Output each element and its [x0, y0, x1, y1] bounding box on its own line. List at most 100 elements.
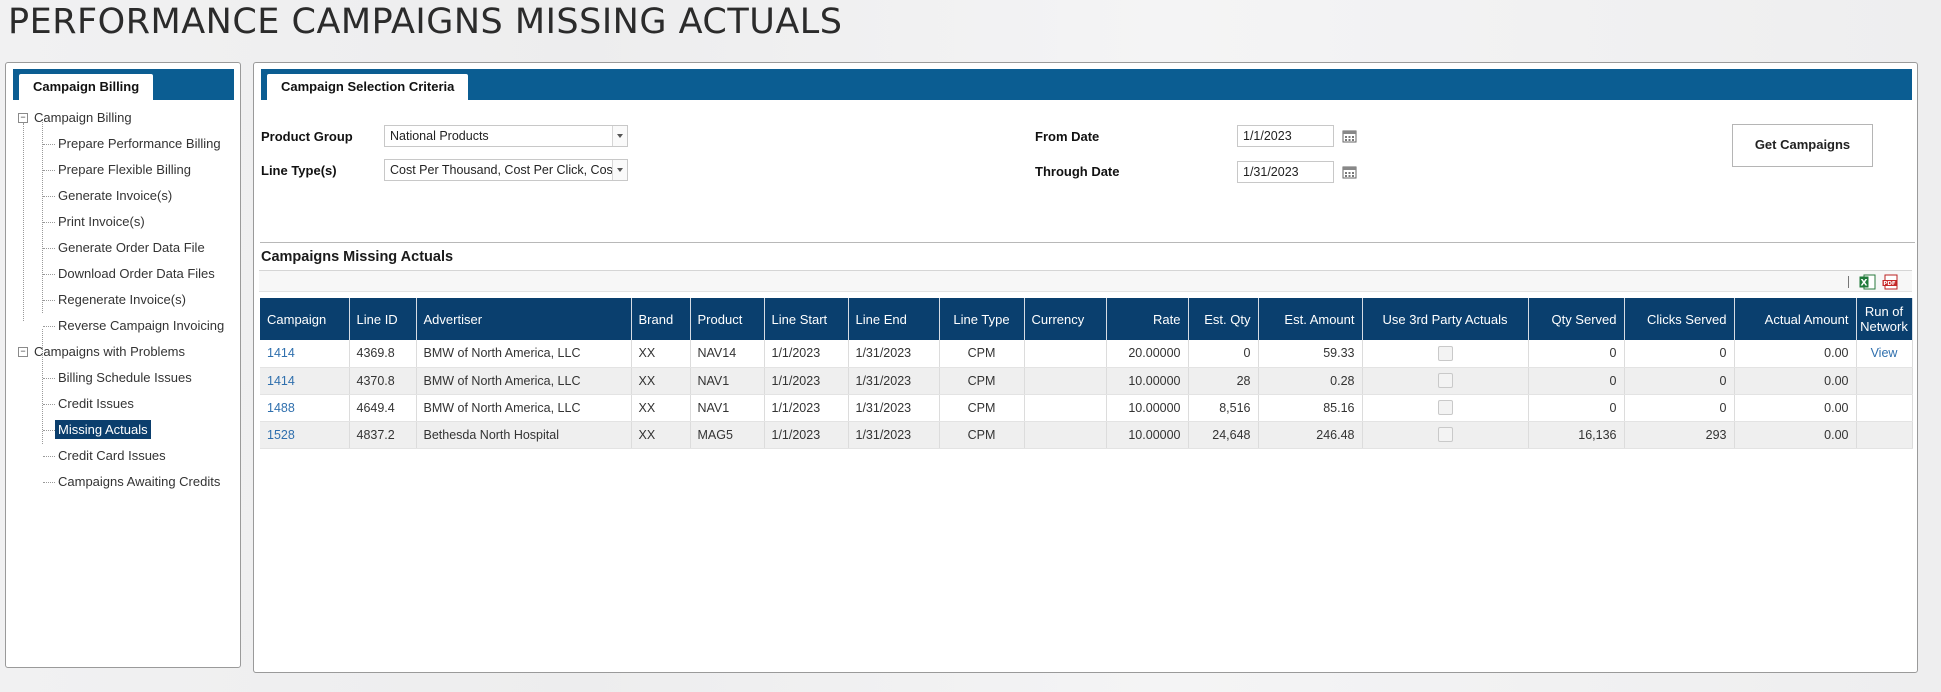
col-header-line-id[interactable]: Line ID: [349, 298, 417, 340]
use-3rd-party-cell: [1362, 340, 1529, 368]
sidebar-item-prepare-flexible-billing[interactable]: Prepare Flexible Billing: [16, 157, 238, 183]
sidebar-item-credit-issues[interactable]: Credit Issues: [16, 391, 238, 417]
sidebar-item-campaigns-awaiting-credits[interactable]: Campaigns Awaiting Credits: [16, 469, 238, 495]
tree-group-campaigns-with-problems[interactable]: − Campaigns with Problems: [16, 339, 238, 365]
campaign-cell[interactable]: 1488: [260, 394, 350, 422]
col-header-brand[interactable]: Brand: [631, 298, 691, 340]
through-date-input[interactable]: 1/31/2023: [1237, 161, 1334, 183]
line-start-cell: 1/1/2023: [764, 340, 849, 368]
col-header-use-3rd-party-actuals[interactable]: Use 3rd Party Actuals: [1362, 298, 1529, 340]
calendar-icon[interactable]: [1342, 165, 1357, 179]
collapse-icon[interactable]: −: [18, 347, 28, 357]
campaign-link[interactable]: 1414: [267, 374, 295, 388]
tab-campaign-billing[interactable]: Campaign Billing: [19, 74, 154, 100]
col-header-run-of-network[interactable]: Run of Network: [1856, 298, 1913, 340]
col-header-line-start[interactable]: Line Start: [764, 298, 849, 340]
use-3rd-party-checkbox[interactable]: [1437, 400, 1453, 416]
clicks-served-cell: 293: [1624, 421, 1735, 449]
sidebar-item-generate-invoices[interactable]: Generate Invoice(s): [16, 183, 238, 209]
clicks-served-cell: 0: [1624, 367, 1735, 395]
run-of-network-cell[interactable]: View: [1856, 340, 1913, 368]
sidebar-item-credit-card-issues[interactable]: Credit Card Issues: [16, 443, 238, 469]
campaign-link[interactable]: 1414: [267, 346, 295, 360]
product-cell: NAV1: [690, 367, 765, 395]
view-link[interactable]: View: [1871, 346, 1898, 360]
excel-export-icon[interactable]: X: [1859, 274, 1876, 290]
line-type-cell: CPM: [939, 421, 1025, 449]
clicks-served-cell: 0: [1624, 394, 1735, 422]
table-row: 1488 4649.4 BMW of North America, LLC XX…: [260, 394, 1913, 422]
page-title: PERFORMANCE CAMPAIGNS MISSING ACTUALS: [8, 2, 843, 42]
campaign-cell[interactable]: 1414: [260, 367, 350, 395]
currency-cell: [1024, 340, 1107, 368]
col-header-campaign[interactable]: Campaign: [260, 298, 350, 340]
from-date-input[interactable]: 1/1/2023: [1237, 125, 1334, 147]
sidebar-item-download-order-data-files[interactable]: Download Order Data Files: [16, 261, 238, 287]
product-group-label: Product Group: [261, 129, 353, 144]
navigation-tree: − Campaign Billing Prepare Performance B…: [16, 105, 238, 495]
line-end-cell: 1/31/2023: [848, 340, 940, 368]
collapse-icon[interactable]: −: [18, 113, 28, 123]
run-of-network-cell: [1856, 421, 1913, 449]
line-type-cell: CPM: [939, 367, 1025, 395]
actual-amount-cell: 0.00: [1734, 367, 1857, 395]
campaign-cell[interactable]: 1414: [260, 340, 350, 368]
campaign-link[interactable]: 1488: [267, 401, 295, 415]
sidebar-item-missing-actuals[interactable]: Missing Actuals: [16, 417, 238, 443]
calendar-icon[interactable]: [1342, 129, 1357, 143]
chevron-down-icon[interactable]: [612, 126, 627, 146]
tab-campaign-selection-criteria[interactable]: Campaign Selection Criteria: [267, 74, 469, 100]
criteria-tabbar: Campaign Selection Criteria: [261, 69, 1912, 100]
col-header-qty-served[interactable]: Qty Served: [1528, 298, 1625, 340]
svg-text:PDF: PDF: [1883, 281, 1896, 287]
sidebar-item-regenerate-invoices[interactable]: Regenerate Invoice(s): [16, 287, 238, 313]
campaign-link[interactable]: 1528: [267, 428, 295, 442]
pdf-export-icon[interactable]: PDF: [1882, 274, 1899, 290]
actual-amount-cell: 0.00: [1734, 421, 1857, 449]
col-header-est-qty[interactable]: Est. Qty: [1188, 298, 1259, 340]
sidebar-item-prepare-performance-billing[interactable]: Prepare Performance Billing: [16, 131, 238, 157]
currency-cell: [1024, 367, 1107, 395]
chevron-down-icon[interactable]: [612, 160, 627, 180]
rate-cell: 10.00000: [1106, 394, 1189, 422]
use-3rd-party-checkbox[interactable]: [1437, 427, 1453, 443]
sidebar-item-print-invoices[interactable]: Print Invoice(s): [16, 209, 238, 235]
col-header-advertiser[interactable]: Advertiser: [416, 298, 632, 340]
sidebar-panel: Campaign Billing − Campaign Billing Prep…: [5, 62, 241, 668]
qty-served-cell: 16,136: [1528, 421, 1625, 449]
line-id-cell: 4370.8: [349, 367, 417, 395]
run-of-network-cell: [1856, 394, 1913, 422]
col-header-est-amount[interactable]: Est. Amount: [1258, 298, 1363, 340]
qty-served-cell: 0: [1528, 394, 1625, 422]
col-header-line-end[interactable]: Line End: [848, 298, 940, 340]
advertiser-cell: BMW of North America, LLC: [416, 394, 632, 422]
line-types-select[interactable]: Cost Per Thousand, Cost Per Click, Cost …: [384, 159, 628, 181]
product-cell: NAV14: [690, 340, 765, 368]
col-header-line-type[interactable]: Line Type: [939, 298, 1025, 340]
line-id-cell: 4837.2: [349, 421, 417, 449]
est-qty-cell: 28: [1188, 367, 1259, 395]
brand-cell: XX: [631, 421, 691, 449]
get-campaigns-button[interactable]: Get Campaigns: [1732, 124, 1873, 167]
col-header-clicks-served[interactable]: Clicks Served: [1624, 298, 1735, 340]
sidebar-item-generate-order-data-file[interactable]: Generate Order Data File: [16, 235, 238, 261]
sidebar-item-billing-schedule-issues[interactable]: Billing Schedule Issues: [16, 365, 238, 391]
rate-cell: 10.00000: [1106, 367, 1189, 395]
est-qty-cell: 0: [1188, 340, 1259, 368]
campaign-cell[interactable]: 1528: [260, 421, 350, 449]
col-header-currency[interactable]: Currency: [1024, 298, 1107, 340]
brand-cell: XX: [631, 394, 691, 422]
col-header-product[interactable]: Product: [690, 298, 765, 340]
line-end-cell: 1/31/2023: [848, 367, 940, 395]
line-start-cell: 1/1/2023: [764, 367, 849, 395]
campaigns-table: Campaign Line ID Advertiser Brand Produc…: [260, 298, 1913, 449]
product-group-select[interactable]: National Products: [384, 125, 628, 147]
col-header-actual-amount[interactable]: Actual Amount: [1734, 298, 1857, 340]
col-header-rate[interactable]: Rate: [1106, 298, 1189, 340]
use-3rd-party-checkbox[interactable]: [1437, 373, 1453, 389]
use-3rd-party-checkbox[interactable]: [1437, 345, 1453, 361]
line-end-cell: 1/31/2023: [848, 421, 940, 449]
tree-group-campaign-billing[interactable]: − Campaign Billing: [16, 105, 238, 131]
sidebar-item-reverse-campaign-invoicing[interactable]: Reverse Campaign Invoicing: [16, 313, 238, 339]
line-id-cell: 4369.8: [349, 340, 417, 368]
